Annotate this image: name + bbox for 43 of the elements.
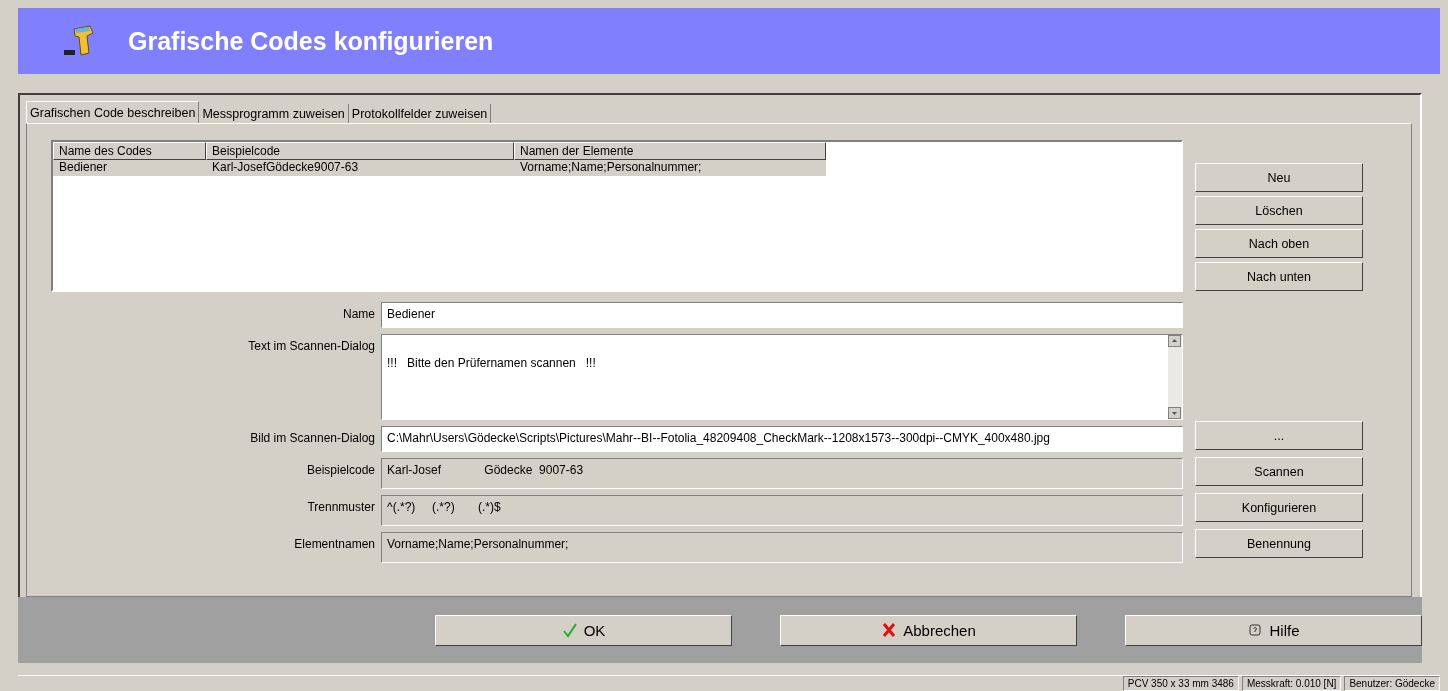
dialog-button[interactable]: Hilfe bbox=[1125, 614, 1422, 646]
readonly-field: Karl-Josef Gödecke 9007-63 bbox=[381, 458, 1183, 489]
field-label: Trennmuster bbox=[306, 499, 375, 514]
column-header[interactable]: Beispielcode bbox=[206, 142, 514, 160]
check-icon bbox=[561, 622, 578, 638]
field-button[interactable]: Konfigurieren bbox=[1195, 493, 1363, 522]
column-header[interactable]: Namen der Elemente bbox=[514, 142, 826, 160]
text-area[interactable]: !!! Bitte den Prüfernamen scannen !!! bbox=[381, 334, 1183, 420]
status-item: PCV 350 x 33 mm 3486 bbox=[1122, 676, 1239, 691]
window-title: Grafische Codes konfigurieren bbox=[128, 26, 494, 56]
input-field[interactable]: C:\Mahr\Users\Gödecke\Scripts\Pictures\Mahr--BI--Fotolia_48209408_CheckMark--1208x1573--300dpi--CMYK_400x480.jpg bbox=[381, 426, 1183, 452]
status-item: Benutzer: Gödecke bbox=[1344, 676, 1440, 691]
cross-icon bbox=[881, 622, 898, 638]
list-button[interactable]: Löschen bbox=[1195, 196, 1363, 225]
input-field[interactable]: Bediener bbox=[381, 302, 1183, 328]
field-button[interactable]: Benennung bbox=[1195, 529, 1363, 558]
table-row[interactable]: Bediener Karl-JosefGödecke9007-63 Vorname;Name;Personalnummer; bbox=[53, 160, 1181, 176]
text-area-text: !!! Bitte den Prüfernamen scannen !!! bbox=[386, 355, 597, 372]
scrollbar[interactable] bbox=[1168, 335, 1182, 419]
column-header[interactable]: Name des Codes bbox=[53, 142, 206, 160]
tab[interactable]: Grafischen Code beschreiben bbox=[26, 101, 200, 123]
help-icon bbox=[1247, 622, 1264, 638]
scroll-up-icon[interactable] bbox=[1168, 335, 1181, 347]
scroll-down-icon[interactable] bbox=[1168, 407, 1181, 419]
table-cell: Karl-JosefGödecke9007-63 bbox=[206, 160, 514, 176]
field-label: Bild im Scannen-Dialog bbox=[249, 430, 375, 445]
list-button[interactable]: Nach unten bbox=[1195, 262, 1363, 291]
field-label: Elementnamen bbox=[293, 536, 375, 551]
readonly-field: ^(.*?) (.*?) (.*)$ bbox=[381, 495, 1183, 526]
table-cell: Bediener bbox=[53, 160, 206, 176]
barcode-scanner-icon bbox=[64, 23, 96, 59]
dialog-button[interactable]: Abbrechen bbox=[780, 614, 1077, 646]
table-cell: Vorname;Name;Personalnummer; bbox=[514, 160, 826, 176]
dialog-button[interactable]: OK bbox=[435, 614, 732, 646]
field-button[interactable]: ... bbox=[1195, 421, 1363, 450]
list-button[interactable]: Nach oben bbox=[1195, 229, 1363, 258]
status-item: Messkraft: 0.010 [N] bbox=[1241, 676, 1342, 691]
field-label: Beispielcode bbox=[305, 462, 375, 477]
field-label: Name bbox=[342, 306, 375, 321]
field-button[interactable]: Scannen bbox=[1195, 457, 1363, 486]
field-label: Text im Scannen-Dialog bbox=[247, 338, 375, 353]
list-button[interactable]: Neu bbox=[1195, 163, 1363, 192]
readonly-field: Vorname;Name;Personalnummer; bbox=[381, 532, 1183, 563]
